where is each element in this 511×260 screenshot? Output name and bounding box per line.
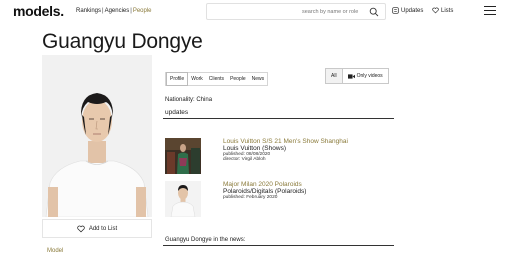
- update-thumbnail[interactable]: [165, 181, 201, 217]
- updates-icon: [392, 7, 399, 14]
- site-logo[interactable]: models.: [13, 3, 64, 19]
- nationality: Nationality: China: [165, 97, 213, 103]
- profile-photo[interactable]: [42, 55, 152, 217]
- lists-label: Lists: [441, 7, 454, 14]
- search-placeholder: search by name or role: [302, 9, 359, 15]
- menu-icon[interactable]: [484, 6, 496, 16]
- main-nav: Rankings | Agencies | People: [76, 8, 152, 14]
- page-title: Guangyu Dongye: [42, 30, 203, 53]
- profile-tabs: Profile Work Clients People News: [165, 72, 269, 86]
- update-meta: Major Milan 2020 Polaroids Polaroids/Dig…: [223, 181, 423, 200]
- update-meta: Louis Vuitton S/S 21 Men's Show Shanghai…: [223, 138, 423, 162]
- add-to-list-button[interactable]: Add to List: [42, 219, 152, 238]
- search-icon[interactable]: [369, 7, 379, 17]
- divider: [163, 245, 394, 246]
- only-videos-label: Only videos: [356, 73, 383, 79]
- updates-heading: updates: [165, 109, 189, 116]
- update-subtitle: Polaroids/Digitals (Polaroids): [223, 188, 307, 195]
- update-director: director: Virgil Abloh: [223, 157, 266, 162]
- add-to-list-label: Add to List: [88, 225, 118, 232]
- update-published: published: February 2020: [223, 195, 278, 200]
- tab-profile[interactable]: Profile: [166, 72, 189, 86]
- update-title[interactable]: Major Milan 2020 Polaroids: [223, 181, 423, 188]
- divider: [163, 118, 394, 119]
- tab-work[interactable]: Work: [188, 73, 206, 85]
- update-item[interactable]: Louis Vuitton S/S 21 Men's Show Shanghai…: [165, 138, 395, 176]
- lists-link[interactable]: Lists: [432, 7, 453, 14]
- search-input[interactable]: search by name or role: [206, 3, 386, 20]
- update-subtitle: Louis Vuitton (Shows): [223, 145, 286, 152]
- news-heading: Guangyu Dongye in the news:: [165, 237, 246, 243]
- role-label[interactable]: Model: [47, 248, 63, 254]
- update-thumbnail[interactable]: [165, 138, 201, 174]
- top-bar: models. Rankings | Agencies | People sea…: [0, 0, 511, 24]
- nav-separator: |: [130, 8, 132, 14]
- video-camera-icon: [347, 73, 355, 79]
- nav-people[interactable]: People: [133, 8, 152, 14]
- tab-news[interactable]: News: [249, 73, 268, 85]
- nav-agencies[interactable]: Agencies: [105, 8, 130, 14]
- tab-clients[interactable]: Clients: [206, 73, 227, 85]
- nav-separator: |: [102, 8, 104, 14]
- tab-people[interactable]: People: [227, 73, 249, 85]
- updates-link[interactable]: Updates: [392, 7, 423, 14]
- update-title[interactable]: Louis Vuitton S/S 21 Men's Show Shanghai: [223, 138, 423, 145]
- heart-icon: [432, 7, 439, 14]
- update-item[interactable]: Major Milan 2020 Polaroids Polaroids/Dig…: [165, 181, 395, 217]
- nav-rankings[interactable]: Rankings: [76, 8, 101, 14]
- heart-icon: [77, 225, 85, 232]
- filter-only-videos-button[interactable]: Only videos: [343, 69, 388, 83]
- updates-label: Updates: [401, 7, 424, 14]
- filter-all-button[interactable]: All: [326, 69, 343, 83]
- media-filter: All Only videos: [325, 68, 389, 84]
